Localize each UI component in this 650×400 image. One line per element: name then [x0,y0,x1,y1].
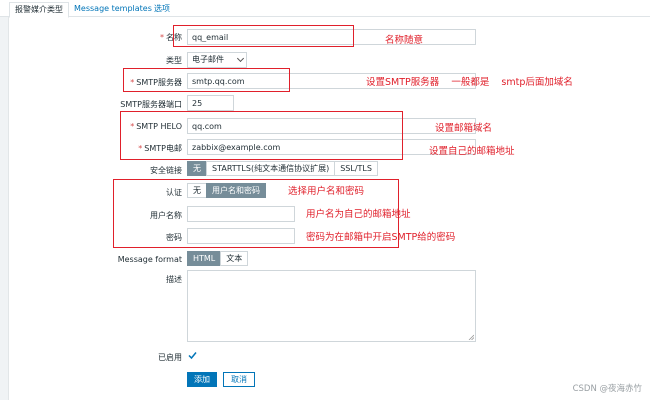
annotation-box-smtp-server [123,68,290,92]
cancel-button[interactable]: 取消 [223,372,255,387]
tab-message-templates[interactable]: Message templates [74,2,152,17]
tab-bar: 报警媒介类型 Message templates 选项 [0,0,650,18]
watermark: CSDN @夜海赤竹 [572,384,642,394]
security-option-starttls[interactable]: STARTTLS(纯文本通信协议扩展) [206,161,336,176]
enabled-checkbox[interactable] [187,350,198,361]
annotation-name-note: 名称随意 [385,35,424,46]
security-option-none[interactable]: 无 [187,161,207,176]
tab-media-type[interactable]: 报警媒介类型 [9,2,69,18]
left-strip [0,17,9,400]
annotation-auth-note: 选择用户名和密码 [288,186,365,197]
annotation-box-name [173,25,354,47]
chevron-down-icon [236,54,245,63]
smtp-port-label: SMTP服务器端口 [120,100,182,109]
description-textarea[interactable] [187,270,476,342]
description-label: 描述 [166,275,182,284]
message-format-option-html[interactable]: HTML [187,251,222,266]
message-format-option-text[interactable]: 文本 [220,251,249,266]
message-format-label: Message format [117,255,182,264]
annotation-email-note: 设置自己的邮箱地址 [429,146,515,157]
add-button[interactable]: 添加 [187,372,217,387]
security-option-ssl-tls[interactable]: SSL/TLS [334,161,378,176]
type-label: 类型 [166,56,182,65]
security-label: 安全链接 [150,166,182,175]
security-segmented-control: 无 STARTTLS(纯文本通信协议扩展) SSL/TLS [187,161,378,176]
type-select-value: 电子邮件 [192,55,224,64]
smtp-port-input[interactable] [187,95,234,111]
tab-options[interactable]: 选项 [154,2,170,17]
enabled-label: 已启用 [158,353,182,362]
checkmark-icon [188,352,197,360]
resize-handle-icon[interactable] [468,334,474,340]
annotation-password-note: 密码为在邮箱中开启SMTP给的密码 [306,232,456,243]
annotation-smtp-note: 设置SMTP服务器 一般都是 smtp后面加域名 [366,77,573,88]
type-select[interactable]: 电子邮件 [187,52,247,68]
annotation-username-note: 用户名为自己的邮箱地址 [306,209,411,220]
annotation-helo-note: 设置邮箱域名 [435,123,493,134]
annotation-box-helo-email [120,111,403,160]
message-format-segmented-control: HTML 文本 [187,251,249,266]
